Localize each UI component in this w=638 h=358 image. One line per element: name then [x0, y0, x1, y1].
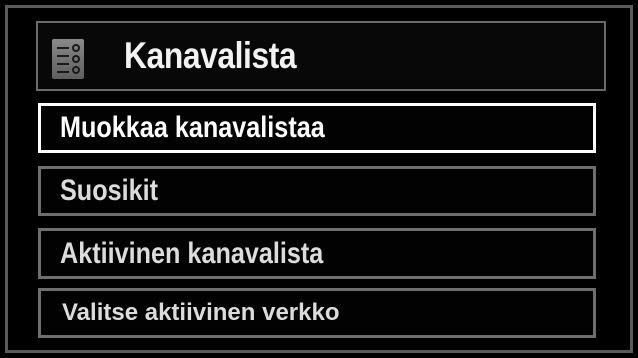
menu-item-label: Muokkaa kanavalistaa — [60, 111, 325, 144]
menu-item-label: Aktiivinen kanavalista — [60, 236, 324, 270]
channel-list-icon — [52, 39, 84, 79]
menu-item-label: Suosikit — [60, 174, 159, 207]
menu-item-label: Valitse aktiivinen verkko — [62, 299, 340, 326]
menu-item-select-active-network[interactable]: Valitse aktiivinen verkko — [38, 288, 596, 338]
menu-header: Kanavalista — [36, 21, 606, 91]
page-title: Kanavalista — [124, 35, 297, 76]
tv-menu-screen: Kanavalista Muokkaa kanavalistaa Suosiki… — [0, 0, 638, 358]
menu-item-edit-channel-list[interactable]: Muokkaa kanavalistaa — [38, 103, 596, 153]
menu-item-active-channel-list[interactable]: Aktiivinen kanavalista — [38, 228, 596, 279]
menu-item-favourites[interactable]: Suosikit — [38, 166, 596, 216]
